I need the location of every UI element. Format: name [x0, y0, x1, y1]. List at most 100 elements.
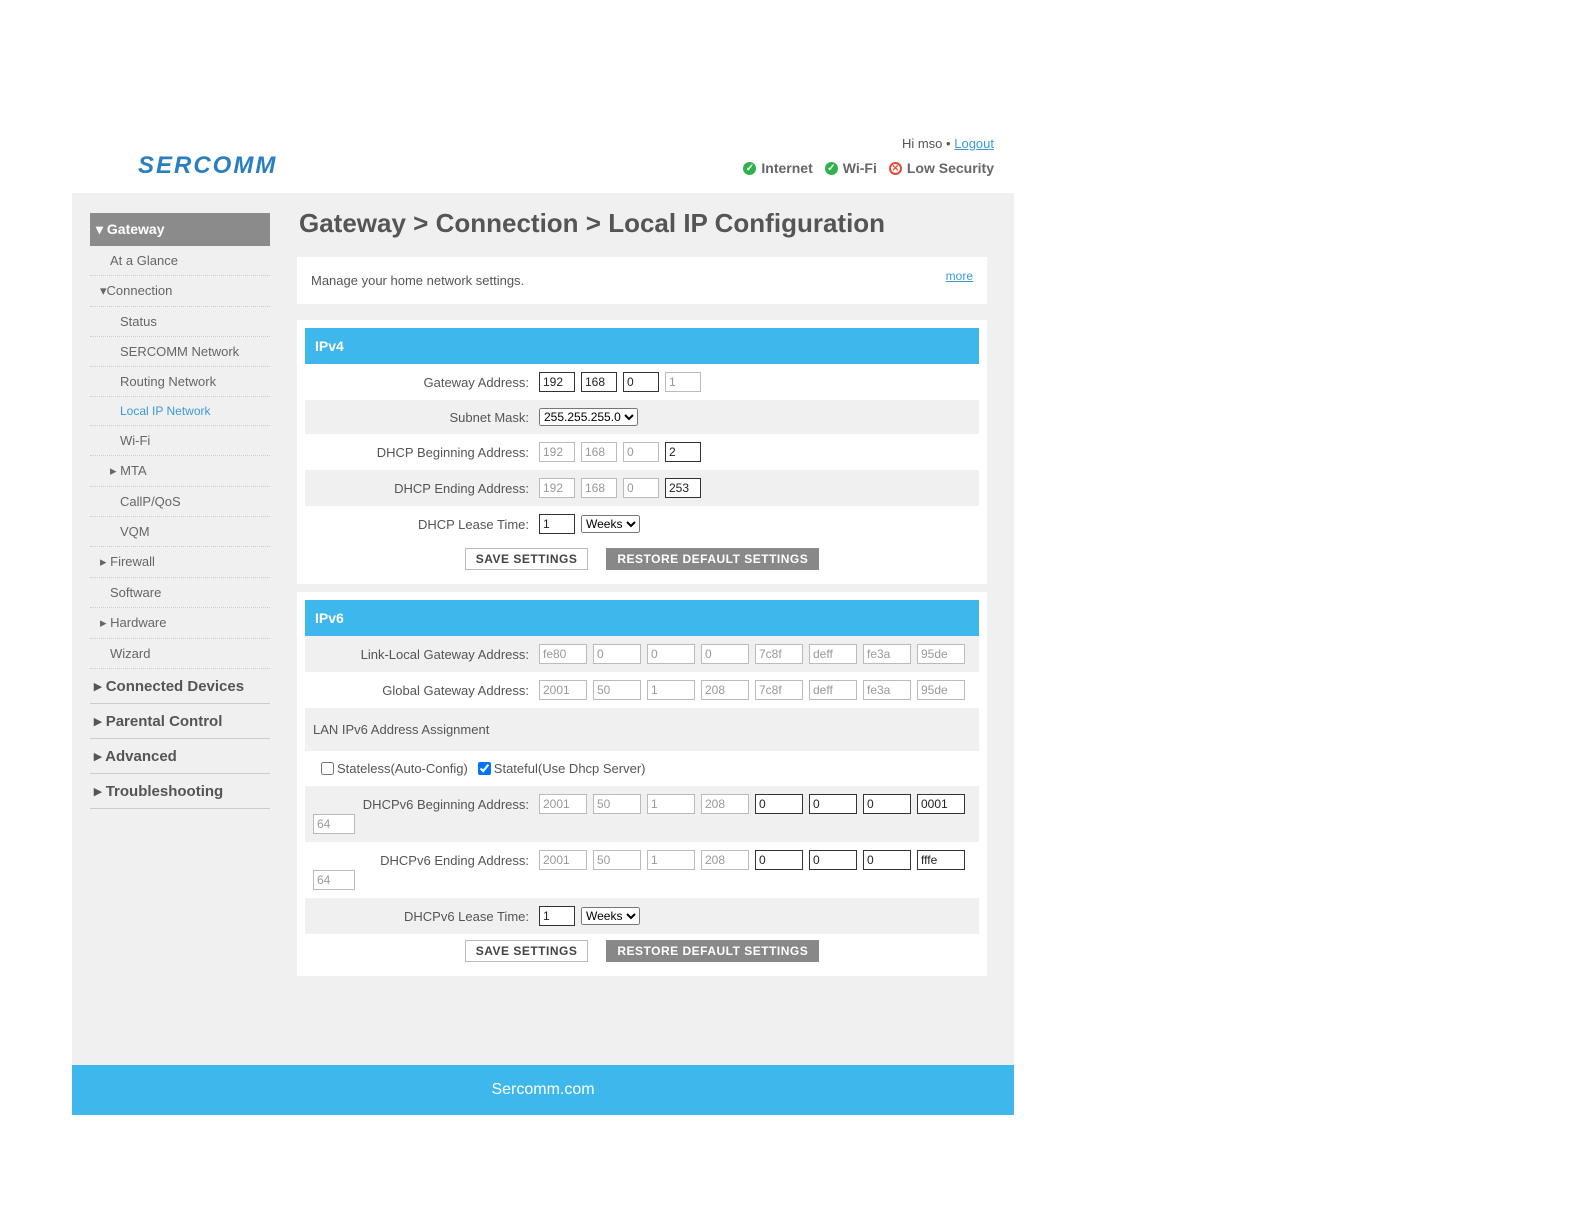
intro-box: Manage your home network settings. more	[297, 257, 987, 304]
dhcpv6-end-segment-5[interactable]	[755, 850, 803, 870]
dhcp-begin-octet-3[interactable]	[623, 442, 659, 462]
stateless-checkbox[interactable]	[321, 762, 334, 775]
dhcpv6-end-segment-2[interactable]	[593, 850, 641, 870]
security-status: Low Security	[906, 160, 994, 176]
svg-text:SERCOMM: SERCOMM	[138, 153, 277, 177]
subnet-mask-select[interactable]: 255.255.255.0	[539, 408, 638, 426]
status-bar: ✓ Internet ✓ Wi-Fi ✕ Low Security	[743, 160, 994, 176]
sidebar-item-vqm[interactable]: VQM	[90, 517, 270, 547]
internet-status: Internet	[761, 160, 813, 176]
sidebar-connected-devices[interactable]: ▸ Connected Devices	[90, 669, 270, 704]
dhcp-begin-octet-2[interactable]	[581, 442, 617, 462]
global-segment-3[interactable]	[647, 680, 695, 700]
dhcp-end-octet-2[interactable]	[581, 478, 617, 498]
footer: Sercomm.com	[72, 1065, 1014, 1115]
ipv6-heading: IPv6	[305, 600, 979, 636]
dhcpv6-end-segment-3[interactable]	[647, 850, 695, 870]
check-icon: ✓	[743, 161, 757, 175]
sidebar-item-wifi[interactable]: Wi-Fi	[90, 426, 270, 456]
dhcp-end-octet-4[interactable]	[665, 478, 701, 498]
dhcpv6-end-segment-4[interactable]	[701, 850, 749, 870]
page-title: Gateway > Connection > Local IP Configur…	[299, 208, 886, 238]
greeting: Hi mso	[901, 136, 943, 151]
ipv4-panel: IPv4 Gateway Address: Subnet Mask: 255.2…	[297, 320, 987, 584]
sidebar-item-at-a-glance[interactable]: At a Glance	[90, 246, 270, 276]
user-line: Hi mso • Logout	[901, 136, 994, 151]
gateway-octet-1[interactable]	[539, 372, 575, 392]
global-segment-5[interactable]	[755, 680, 803, 700]
link-local-segment-4[interactable]	[701, 644, 749, 664]
sidebar: ▾ Gateway At a Glance ▾Connection Status…	[90, 213, 270, 809]
dhcp-end-octet-3[interactable]	[623, 478, 659, 498]
end-prefix-input[interactable]	[313, 870, 355, 890]
sidebar-item-local-ip-network[interactable]: Local IP Network	[90, 397, 270, 426]
dhcpv6-begin-segment-3[interactable]	[647, 794, 695, 814]
restore-default-button[interactable]: RESTORE DEFAULT SETTINGS	[606, 548, 820, 570]
gateway-octet-2[interactable]	[581, 372, 617, 392]
sidebar-advanced[interactable]: ▸ Advanced	[90, 739, 270, 774]
sidebar-item-routing-network[interactable]: Routing Network	[90, 367, 270, 397]
content-frame: ▾ Gateway At a Glance ▾Connection Status…	[72, 193, 1014, 1065]
global-segment-6[interactable]	[809, 680, 857, 700]
v6-save-settings-button[interactable]: SAVE SETTINGS	[464, 940, 589, 962]
link-local-segment-2[interactable]	[593, 644, 641, 664]
dhcpv6-end-segment-1[interactable]	[539, 850, 587, 870]
lease-time-input[interactable]	[539, 514, 575, 534]
global-segment-4[interactable]	[701, 680, 749, 700]
dhcpv6-begin-segment-1[interactable]	[539, 794, 587, 814]
sidebar-troubleshooting[interactable]: ▸ Troubleshooting	[90, 774, 270, 809]
gateway-octet-4[interactable]	[665, 372, 701, 392]
dhcpv6-end-segment-6[interactable]	[809, 850, 857, 870]
dhcp-begin-octet-1[interactable]	[539, 442, 575, 462]
save-settings-button[interactable]: SAVE SETTINGS	[464, 548, 589, 570]
dhcpv6-begin-segment-2[interactable]	[593, 794, 641, 814]
sidebar-item-firewall[interactable]: ▸ Firewall	[90, 547, 270, 578]
check-icon: ✓	[824, 161, 838, 175]
sidebar-item-software[interactable]: Software	[90, 578, 270, 608]
v6-restore-default-button[interactable]: RESTORE DEFAULT SETTINGS	[606, 940, 820, 962]
sidebar-item-mta[interactable]: ▸ MTA	[90, 456, 270, 487]
global-segment-8[interactable]	[917, 680, 965, 700]
ipv4-heading: IPv4	[305, 328, 979, 364]
dhcpv6-end-segment-7[interactable]	[863, 850, 911, 870]
link-local-segment-1[interactable]	[539, 644, 587, 664]
lan-ipv6-assignment-label: LAN IPv6 Address Assignment	[313, 722, 490, 737]
stateful-checkbox[interactable]	[477, 762, 491, 775]
global-segment-1[interactable]	[539, 680, 587, 700]
global-segment-2[interactable]	[593, 680, 641, 700]
dhcpv6-end-segment-8[interactable]	[917, 850, 965, 870]
v6-lease-time-input[interactable]	[539, 906, 575, 926]
sidebar-item-hardware[interactable]: ▸ Hardware	[90, 608, 270, 639]
link-local-segment-7[interactable]	[863, 644, 911, 664]
sidebar-item-wizard[interactable]: Wizard	[90, 639, 270, 669]
ipv6-panel: IPv6 Link-Local Gateway Address: Global …	[297, 592, 987, 976]
dhcpv6-begin-segment-6[interactable]	[809, 794, 857, 814]
gateway-octet-3[interactable]	[623, 372, 659, 392]
global-segment-7[interactable]	[863, 680, 911, 700]
sidebar-gateway[interactable]: ▾ Gateway	[90, 213, 270, 246]
sidebar-parental-control[interactable]: ▸ Parental Control	[90, 704, 270, 739]
sidebar-item-status[interactable]: Status	[90, 307, 270, 337]
dhcpv6-begin-segment-4[interactable]	[701, 794, 749, 814]
error-icon: ✕	[888, 161, 902, 175]
link-local-segment-8[interactable]	[917, 644, 965, 664]
main-content: Gateway > Connection > Local IP Configur…	[297, 208, 987, 984]
logout-link[interactable]: Logout	[954, 136, 994, 151]
sidebar-item-connection[interactable]: ▾Connection	[90, 276, 270, 307]
dhcpv6-begin-segment-5[interactable]	[755, 794, 803, 814]
begin-prefix-input[interactable]	[313, 814, 355, 834]
more-link[interactable]: more	[946, 269, 973, 283]
link-local-segment-3[interactable]	[647, 644, 695, 664]
v6-lease-unit-select[interactable]: Weeks	[581, 907, 640, 925]
link-local-segment-5[interactable]	[755, 644, 803, 664]
wifi-status: Wi-Fi	[842, 160, 877, 176]
dhcpv6-begin-segment-8[interactable]	[917, 794, 965, 814]
dhcp-begin-octet-4[interactable]	[665, 442, 701, 462]
dhcp-end-octet-1[interactable]	[539, 478, 575, 498]
sidebar-item-callp-qos[interactable]: CallP/QoS	[90, 487, 270, 517]
dhcpv6-begin-segment-7[interactable]	[863, 794, 911, 814]
lease-unit-select[interactable]: Weeks	[581, 515, 640, 533]
link-local-segment-6[interactable]	[809, 644, 857, 664]
sercomm-logo: SERCOMM	[138, 153, 277, 177]
sidebar-item-sercomm-network[interactable]: SERCOMM Network	[90, 337, 270, 367]
